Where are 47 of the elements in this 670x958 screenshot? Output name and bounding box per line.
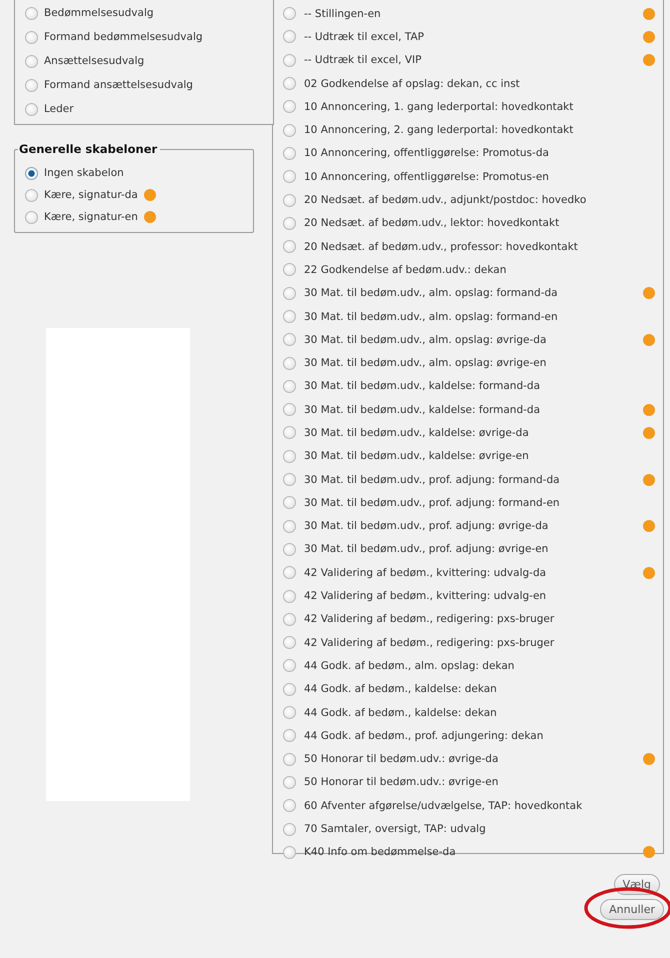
option-label[interactable]: 30 Mat. til bedøm.udv., alm. opslag: formand-en [304,310,558,322]
option-label[interactable]: 20 Nedsæt. af bedøm.udv., adjunkt/postdoc: hovedko [304,194,586,206]
option-label[interactable]: 70 Samtaler, oversigt, TAP: udvalg [304,823,486,836]
option-label[interactable]: 30 Mat. til bedøm.udv., prof. adjung: formand-da [304,474,560,486]
option-label[interactable]: 10 Annoncering, 1. gang lederportal: hovedkontakt [304,100,574,113]
dialog-button[interactable]: Annuller [600,899,664,920]
option-label[interactable]: 42 Validering af bedøm., kvittering: udvalg-da [304,566,546,579]
option-label[interactable]: Ingen skabelon [44,167,124,179]
option-label[interactable]: Leder [44,103,74,115]
option-label[interactable]: 30 Mat. til bedøm.udv., kaldelse: øvrige-da [304,426,529,439]
option-label[interactable]: 44 Godk. af bedøm., kaldelse: dekan [304,706,497,719]
option-label[interactable]: Ansættelsesudvalg [44,55,144,67]
option-label[interactable]: 30 Mat. til bedøm.udv., kaldelse: øvrige-en [304,450,529,462]
option-label[interactable]: 30 Mat. til bedøm.udv., alm. opslag: øvrige-en [304,357,546,370]
option-label[interactable]: 60 Afventer afgørelse/udvælgelse, TAP: hovedkontak [304,800,582,812]
option-label[interactable]: 02 Godkendelse af opslag: dekan, cc inst [304,78,520,90]
option-label[interactable]: 10 Annoncering, 2. gang lederportal: hovedkontakt [304,124,574,136]
option-label[interactable]: Formand ansættelsesudvalg [44,79,193,91]
option-label[interactable]: 30 Mat. til bedøm.udv., kaldelse: formand-da [304,380,540,392]
option-label[interactable]: 44 Godk. af bedøm., kaldelse: dekan [304,683,497,696]
option-label[interactable]: 22 Godkendelse af bedøm.udv.: dekan [304,264,506,276]
option-label[interactable]: -- Udtræk til excel, VIP [304,54,422,66]
option-label[interactable]: 42 Validering af bedøm., redigering: pxs-bruger [304,613,554,626]
option-label[interactable]: Bedømmelsesudvalg [44,7,154,19]
option-label[interactable]: 10 Annoncering, offentliggørelse: Promotus-da [304,147,549,160]
option-label[interactable]: 20 Nedsæt. af bedøm.udv., lektor: hovedkontakt [304,217,560,230]
option-label[interactable]: 30 Mat. til bedøm.udv., kaldelse: formand-da [304,404,540,416]
option-label[interactable]: K40 Info om bedømmelse-da [304,846,456,858]
option-label[interactable]: 44 Godk. af bedøm., alm. opslag: dekan [304,660,514,672]
option-label[interactable]: 30 Mat. til bedøm.udv., alm. opslag: øvrige-da [304,334,546,346]
option-label[interactable]: 42 Validering af bedøm., redigering: pxs-bruger [304,636,554,649]
option-label[interactable]: 30 Mat. til bedøm.udv., prof. adjung: formand-en [304,496,560,509]
option-label[interactable]: 50 Honorar til bedøm.udv.: øvrige-da [304,753,498,766]
option-label[interactable]: Kære, signatur-da [44,189,138,201]
option-label[interactable]: 30 Mat. til bedøm.udv., alm. opslag: formand-da [304,287,558,300]
option-label[interactable]: 10 Annoncering, offentliggørelse: Promotus-en [304,170,549,183]
option-label[interactable]: -- Udtræk til excel, TAP [304,30,424,43]
option-label[interactable]: 42 Validering af bedøm., kvittering: udvalg-en [304,590,546,602]
option-label[interactable]: 44 Godk. af bedøm., prof. adjungering: dekan [304,730,544,742]
option-label[interactable]: -- Stillingen-en [304,8,381,20]
option-label[interactable]: 20 Nedsæt. af bedøm.udv., professor: hovedkontakt [304,240,578,253]
group-legend: Generelle skabeloner [18,142,160,156]
option-label[interactable]: 30 Mat. til bedøm.udv., prof. adjung: øvrige-en [304,543,548,556]
option-label[interactable]: Kære, signatur-en [44,211,138,223]
option-label[interactable]: Formand bedømmelsesudvalg [44,31,203,43]
option-label[interactable]: 30 Mat. til bedøm.udv., prof. adjung: øvrige-da [304,520,548,532]
option-label[interactable]: 50 Honorar til bedøm.udv.: øvrige-en [304,776,498,788]
